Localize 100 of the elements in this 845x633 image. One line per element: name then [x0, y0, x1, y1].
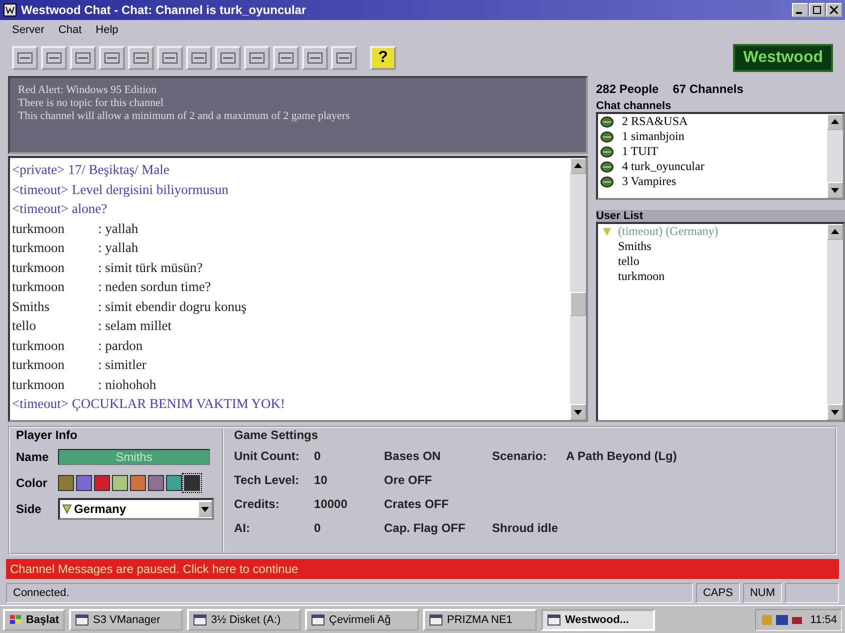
close-button[interactable]	[826, 3, 842, 17]
toolbar-button[interactable]	[41, 46, 67, 70]
channel-item[interactable]: 4 turk_oyuncular	[598, 159, 827, 174]
setting-text: Crates OFF	[384, 497, 450, 511]
setting-text: A Path Beyond (Lg)	[566, 449, 677, 463]
chat-message: <timeout> ÇOCUKLAR BENIM VAKTIM YOK!	[12, 395, 286, 413]
color-swatch[interactable]	[94, 475, 110, 491]
chat-message: turkmoon : yallah	[12, 220, 140, 238]
taskbar-button[interactable]: Çevirmeli Ağ	[305, 608, 419, 630]
menu-item[interactable]: Server	[12, 24, 44, 36]
toolbar-button[interactable]	[244, 46, 270, 70]
tool-icon	[74, 50, 92, 66]
close-icon	[830, 6, 838, 14]
user-item[interactable]: Smiths	[598, 239, 827, 254]
setting-text: 10000	[314, 497, 348, 511]
status-pane	[785, 583, 839, 603]
toolbar-button[interactable]	[128, 46, 154, 70]
toolbar-button[interactable]	[157, 46, 183, 70]
color-swatch[interactable]	[148, 475, 164, 491]
scrollbar[interactable]	[827, 114, 843, 198]
channel-item[interactable]: 3 Vampires	[598, 174, 827, 189]
channel-item[interactable]: 1 TUIT	[598, 144, 827, 159]
channel-item[interactable]: 2 RSA&USA	[598, 114, 827, 129]
tool-icon	[103, 50, 121, 66]
chat-message: <private> 17/ Beşiktaş/ Male	[12, 161, 170, 179]
window-icon	[429, 614, 443, 626]
windows-icon	[9, 614, 22, 626]
tool-icon	[219, 50, 237, 66]
globe-icon	[600, 146, 614, 158]
globe-icon	[600, 116, 614, 128]
paused-notice[interactable]: Channel Messages are paused. Click here to continue	[6, 559, 839, 579]
chat-message: <timeout> alone?	[12, 200, 108, 218]
chat-message: turkmoon : simit türk müsün?	[12, 258, 204, 276]
setting-text: Unit Count:	[234, 449, 300, 463]
globe-icon	[600, 160, 614, 172]
toolbar-button[interactable]	[186, 46, 212, 70]
toolbar-button[interactable]	[302, 46, 328, 70]
tool-icon	[132, 50, 150, 66]
taskbar-button[interactable]: Westwood...	[541, 608, 655, 630]
maximize-button[interactable]	[809, 3, 825, 17]
window-icon	[193, 614, 207, 626]
chat-message: turkmoon : neden sordun time?	[12, 278, 212, 296]
start-button[interactable]: Başlat	[3, 608, 65, 630]
taskbar-button[interactable]: PRIZMA NE1	[423, 608, 537, 630]
tool-icon	[306, 50, 324, 66]
minimize-button[interactable]	[792, 3, 808, 17]
taskbar-button[interactable]: S3 VManager	[69, 608, 183, 630]
user-item[interactable]: tello	[598, 254, 827, 269]
scrollbar[interactable]	[827, 224, 843, 420]
color-swatch[interactable]	[184, 475, 200, 491]
field-label: Name	[16, 450, 50, 464]
status-text: Connected.	[6, 583, 693, 603]
menu-item[interactable]: Help	[96, 24, 118, 36]
scrollbar[interactable]	[570, 158, 586, 420]
setting-text: 0	[314, 449, 322, 463]
window-icon	[547, 614, 561, 626]
toolbar-button[interactable]	[70, 46, 96, 70]
setting-text: Bases ON	[384, 449, 442, 463]
dropdown-button[interactable]	[198, 501, 212, 517]
toolbar-button[interactable]	[12, 46, 38, 70]
color-swatch[interactable]	[76, 475, 92, 491]
scroll-thumb[interactable]	[570, 292, 586, 316]
taskbar-button[interactable]: 3½ Disket (A:)	[187, 608, 301, 630]
scroll-down-button[interactable]	[827, 182, 843, 198]
topic-text: Red Alert: Windows 95 Edition	[18, 84, 158, 97]
menu-item[interactable]: Chat	[58, 24, 82, 36]
topic-text: This channel will allow a minimum of 2 and a maximum of 2 game players	[18, 110, 351, 123]
color-swatch[interactable]	[112, 475, 128, 491]
toolbar-button[interactable]	[215, 46, 241, 70]
topic-text: There is no topic for this channel	[18, 97, 164, 110]
globe-icon	[600, 130, 614, 142]
toolbar-button[interactable]	[331, 46, 357, 70]
tool-icon	[16, 50, 34, 66]
scroll-up-button[interactable]	[827, 224, 843, 240]
help-button[interactable]: ?	[370, 46, 396, 70]
tool-icon	[248, 50, 266, 66]
scroll-down-button[interactable]	[827, 404, 843, 420]
side-dropdown[interactable]: Germany	[58, 498, 214, 520]
user-item[interactable]: turkmoon	[598, 269, 827, 284]
chat-message: tello : selam millet	[12, 317, 172, 335]
field-label: Side	[16, 502, 42, 516]
channel-item[interactable]: 1 simanbjoin	[598, 129, 827, 144]
num-indicator: NUM	[742, 583, 782, 603]
field-label: Color	[16, 476, 48, 490]
people-count: 282 People	[596, 82, 659, 96]
setting-text: Cap. Flag OFF	[384, 521, 466, 535]
scroll-up-button[interactable]	[827, 114, 843, 130]
maximize-icon	[813, 6, 821, 14]
chat-message: turkmoon : simitler	[12, 356, 148, 374]
scroll-up-button[interactable]	[570, 158, 586, 174]
toolbar-button[interactable]	[99, 46, 125, 70]
toolbar-button[interactable]	[273, 46, 299, 70]
color-swatch[interactable]	[130, 475, 146, 491]
color-swatch[interactable]	[58, 475, 74, 491]
caps-indicator: CAPS	[696, 583, 740, 603]
color-swatch[interactable]	[166, 475, 182, 491]
scroll-down-button[interactable]	[570, 404, 586, 420]
setting-text: Tech Level:	[234, 473, 300, 487]
setting-text: Credits:	[234, 497, 280, 511]
window-title: Westwood Chat - Chat: Channel is turk_oyuncular	[21, 3, 308, 17]
